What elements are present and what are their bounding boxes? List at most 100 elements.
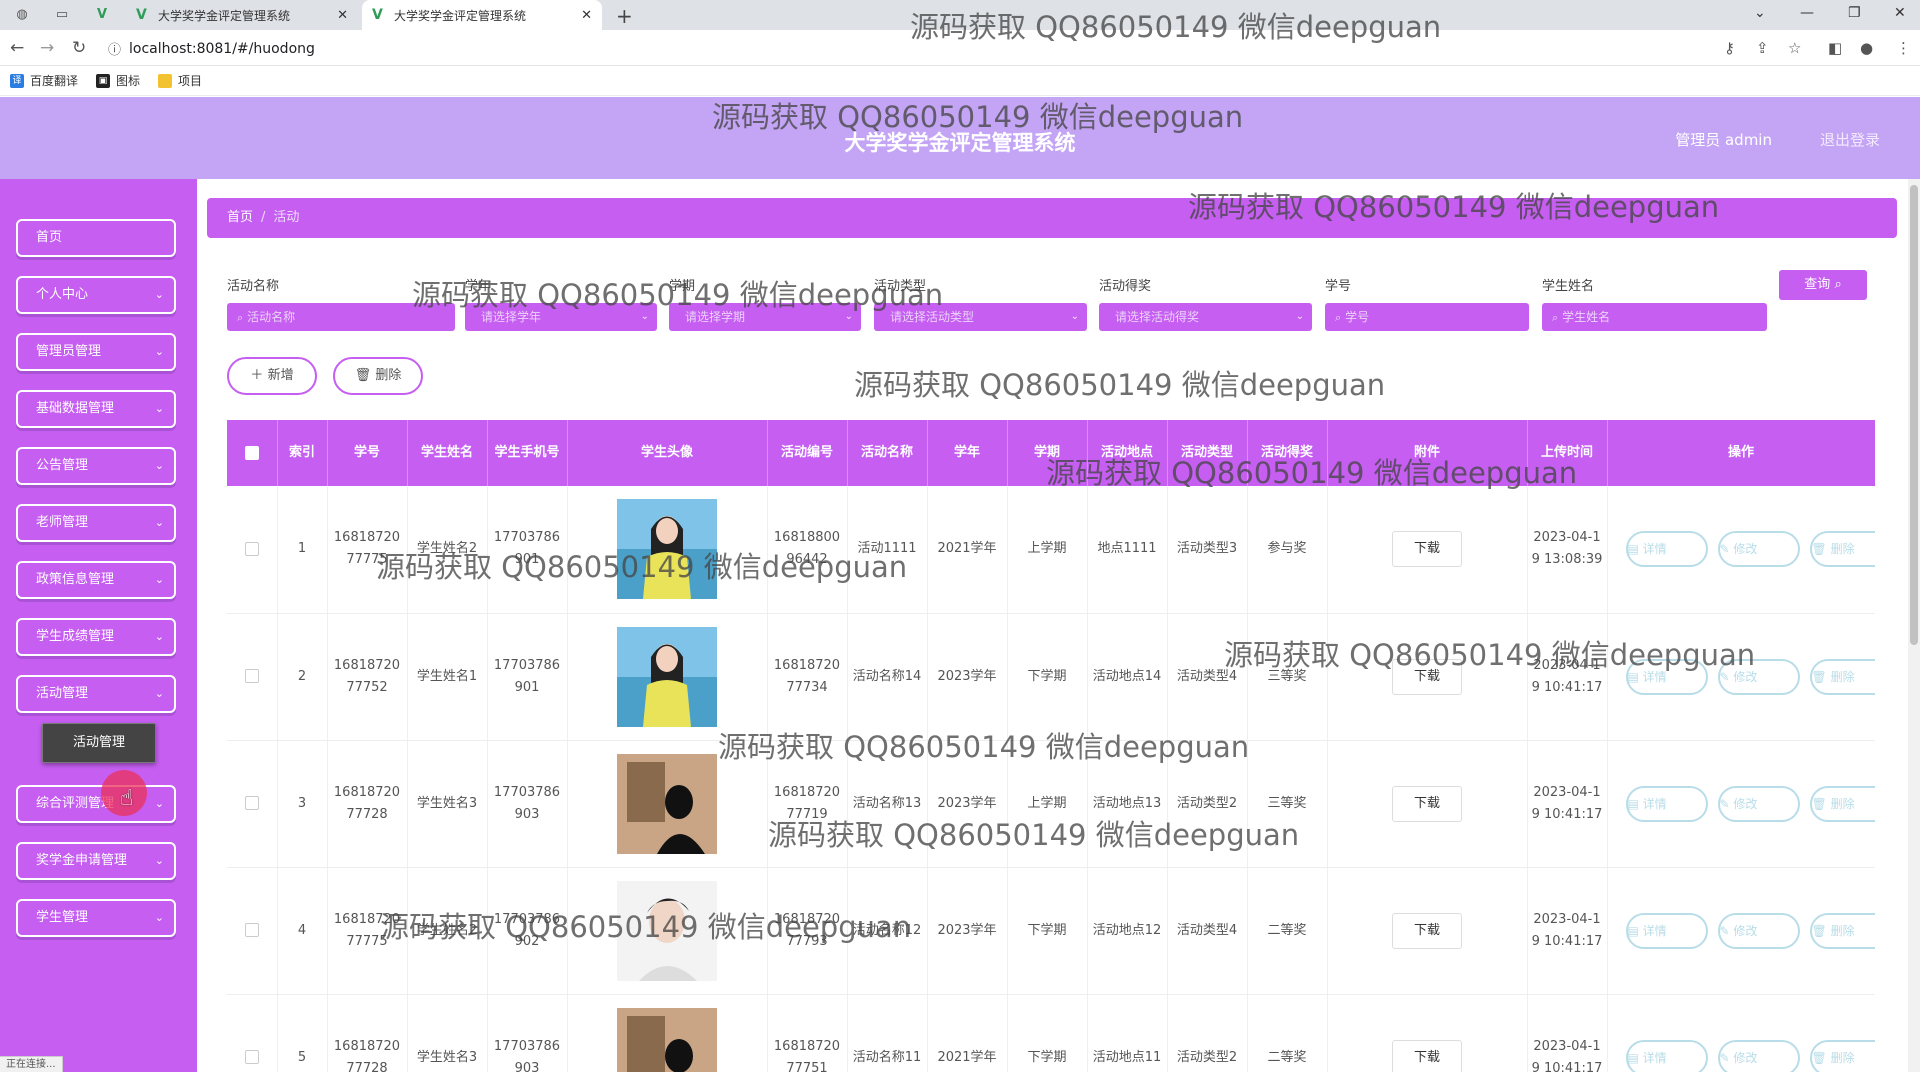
row-delete-button[interactable]: 🗑 删除 [1809, 912, 1875, 949]
student-name-input[interactable]: ⌕ 学生姓名 [1542, 303, 1767, 331]
sidebar-item-activities[interactable]: 活动管理 ⌄ [16, 675, 176, 713]
reload-icon[interactable]: ↻ [72, 38, 86, 58]
cell-index: 4 [277, 867, 328, 995]
chevron-down-icon: ⌄ [1070, 311, 1079, 322]
row-delete-button[interactable]: 🗑 删除 [1809, 785, 1875, 822]
download-button[interactable]: 下载 [1392, 912, 1462, 949]
sidebar-item-teachers[interactable]: 老师管理 ⌄ [16, 504, 176, 542]
submenu-item-activities[interactable]: 活动管理 [42, 723, 156, 763]
row-delete-button[interactable]: 🗑 删除 [1809, 658, 1875, 695]
detail-button[interactable]: ▤ 详情 [1625, 531, 1708, 568]
download-button[interactable]: 下载 [1392, 1039, 1462, 1072]
activity-type-select[interactable]: 请选择活动类型 ⌄ [874, 303, 1087, 331]
student-no-input[interactable]: ⌕ 学号 [1325, 303, 1529, 331]
sidebar-item-policy[interactable]: 政策信息管理 ⌄ [16, 561, 176, 599]
tab-search-icon[interactable]: ⌄ [1754, 5, 1766, 21]
column-header: 活动地点 [1087, 420, 1168, 486]
browser-tab-active[interactable]: V 大学奖学金评定管理系统 ✕ [362, 0, 602, 30]
edit-button[interactable]: ✎ 修改 [1717, 912, 1800, 949]
search-icon: ⌕ [1834, 277, 1842, 292]
bookmark-label: 项目 [178, 74, 203, 88]
award-select[interactable]: 请选择活动得奖 ⌄ [1099, 303, 1312, 331]
trash-icon: 🗑 [354, 368, 372, 383]
page-scrollbar[interactable] [1908, 179, 1920, 1072]
site-info-icon[interactable]: ⓘ [108, 39, 121, 58]
bookmark-item[interactable]: 译 百度翻译 [10, 72, 78, 89]
download-button[interactable]: 下载 [1392, 531, 1462, 568]
row-checkbox[interactable] [244, 669, 259, 683]
browser-menu-icon[interactable]: ◍ [14, 7, 30, 23]
download-button[interactable]: 下载 [1392, 785, 1462, 822]
url-field[interactable]: ⓘ localhost:8081/#/huodong [108, 35, 1708, 62]
app-header: 大学奖学金评定管理系统 管理员 admin 退出登录 [0, 97, 1920, 179]
column-header: 学期 [1007, 420, 1088, 486]
add-button[interactable]: ＋ 新增 [227, 357, 317, 395]
more-menu-icon[interactable]: ⋮ [1896, 39, 1911, 57]
browser-tab-inactive[interactable]: V 大学奖学金评定管理系统 ✕ [126, 0, 358, 30]
download-button[interactable]: 下载 [1392, 658, 1462, 695]
breadcrumb-home[interactable]: 首页 [227, 210, 253, 225]
bookmark-star-icon[interactable]: ☆ [1788, 39, 1801, 57]
detail-button[interactable]: ▤ 详情 [1625, 658, 1708, 695]
row-checkbox[interactable] [244, 1050, 259, 1064]
pinned-tab-icon[interactable]: V [94, 7, 110, 23]
edit-button[interactable]: ✎ 修改 [1717, 785, 1800, 822]
bookmark-label: 图标 [116, 74, 141, 88]
delete-button[interactable]: 🗑 删除 [333, 357, 423, 395]
sidebar-item-grades[interactable]: 学生成绩管理 ⌄ [16, 618, 176, 656]
restore-icon[interactable]: ❐ [1848, 5, 1861, 21]
cell-attachment: 下载 [1327, 486, 1528, 614]
row-select-cell [227, 994, 278, 1072]
sidebar-item-label: 学生管理 [36, 910, 89, 925]
sidebar-item-label: 老师管理 [36, 515, 89, 530]
activity-name-input[interactable]: ⌕ 活动名称 [227, 303, 455, 331]
sidebar-item-basic-data[interactable]: 基础数据管理 ⌄ [16, 390, 176, 428]
sidebar-item-home[interactable]: 首页 [16, 219, 176, 257]
sidebar-item-admins[interactable]: 管理员管理 ⌄ [16, 333, 176, 371]
cell-upload-time: 2023-04-19 10:41:17 [1527, 994, 1608, 1072]
row-checkbox[interactable] [244, 541, 259, 556]
row-delete-button[interactable]: 🗑 删除 [1809, 1039, 1875, 1072]
row-checkbox[interactable] [244, 923, 259, 937]
window-close-icon[interactable]: ✕ [1894, 5, 1906, 21]
detail-button[interactable]: ▤ 详情 [1625, 785, 1708, 822]
document-icon: ▤ [1627, 923, 1639, 938]
edit-button[interactable]: ✎ 修改 [1717, 531, 1800, 568]
select-all-checkbox[interactable] [244, 445, 259, 460]
op-label: 删除 [1830, 542, 1855, 557]
tab-close-icon[interactable]: ✕ [337, 8, 348, 23]
sidebar-item-students[interactable]: 学生管理 ⌄ [16, 899, 176, 937]
cell-activity-name: 活动名称13 [847, 740, 928, 868]
sidebar-item-evaluation[interactable]: 综合评测管理 ⌄ [16, 785, 176, 823]
scrollbar-thumb[interactable] [1910, 185, 1918, 645]
forward-icon[interactable]: → [40, 38, 54, 58]
row-checkbox[interactable] [244, 796, 259, 810]
side-panel-icon[interactable]: ◧ [1828, 39, 1842, 57]
query-button[interactable]: 查询 ⌕ [1779, 270, 1867, 300]
logout-link[interactable]: 退出登录 [1820, 129, 1880, 150]
tab-strip-icon[interactable]: ▭ [54, 7, 70, 23]
minimize-icon[interactable]: — [1800, 5, 1814, 21]
tab-close-icon[interactable]: ✕ [581, 8, 592, 23]
edit-button[interactable]: ✎ 修改 [1717, 658, 1800, 695]
chevron-down-icon: ⌄ [154, 288, 164, 301]
detail-button[interactable]: ▤ 详情 [1625, 1039, 1708, 1072]
back-icon[interactable]: ← [10, 38, 24, 58]
term-select[interactable]: 请选择学期 ⌄ [669, 303, 861, 331]
detail-button[interactable]: ▤ 详情 [1625, 912, 1708, 949]
address-bar: ← → ↻ ⓘ localhost:8081/#/huodong ⚷ ⇪ ☆ ◧… [0, 30, 1920, 66]
sidebar-item-label: 基础数据管理 [36, 401, 115, 416]
sidebar-item-scholarship[interactable]: 奖学金申请管理 ⌄ [16, 842, 176, 880]
key-icon[interactable]: ⚷ [1724, 39, 1735, 57]
row-delete-button[interactable]: 🗑 删除 [1809, 531, 1875, 568]
share-icon[interactable]: ⇪ [1756, 39, 1769, 57]
year-select[interactable]: 请选择学年 ⌄ [465, 303, 657, 331]
sidebar-item-profile[interactable]: 个人中心 ⌄ [16, 276, 176, 314]
bookmark-item[interactable]: 项目 [158, 72, 202, 89]
new-tab-button[interactable]: + [616, 4, 633, 28]
cell-student-name: 学生姓名3 [407, 740, 488, 868]
profile-icon[interactable]: ● [1860, 39, 1873, 57]
bookmark-item[interactable]: ▣ 图标 [96, 72, 140, 89]
edit-button[interactable]: ✎ 修改 [1717, 1039, 1800, 1072]
sidebar-item-notices[interactable]: 公告管理 ⌄ [16, 447, 176, 485]
